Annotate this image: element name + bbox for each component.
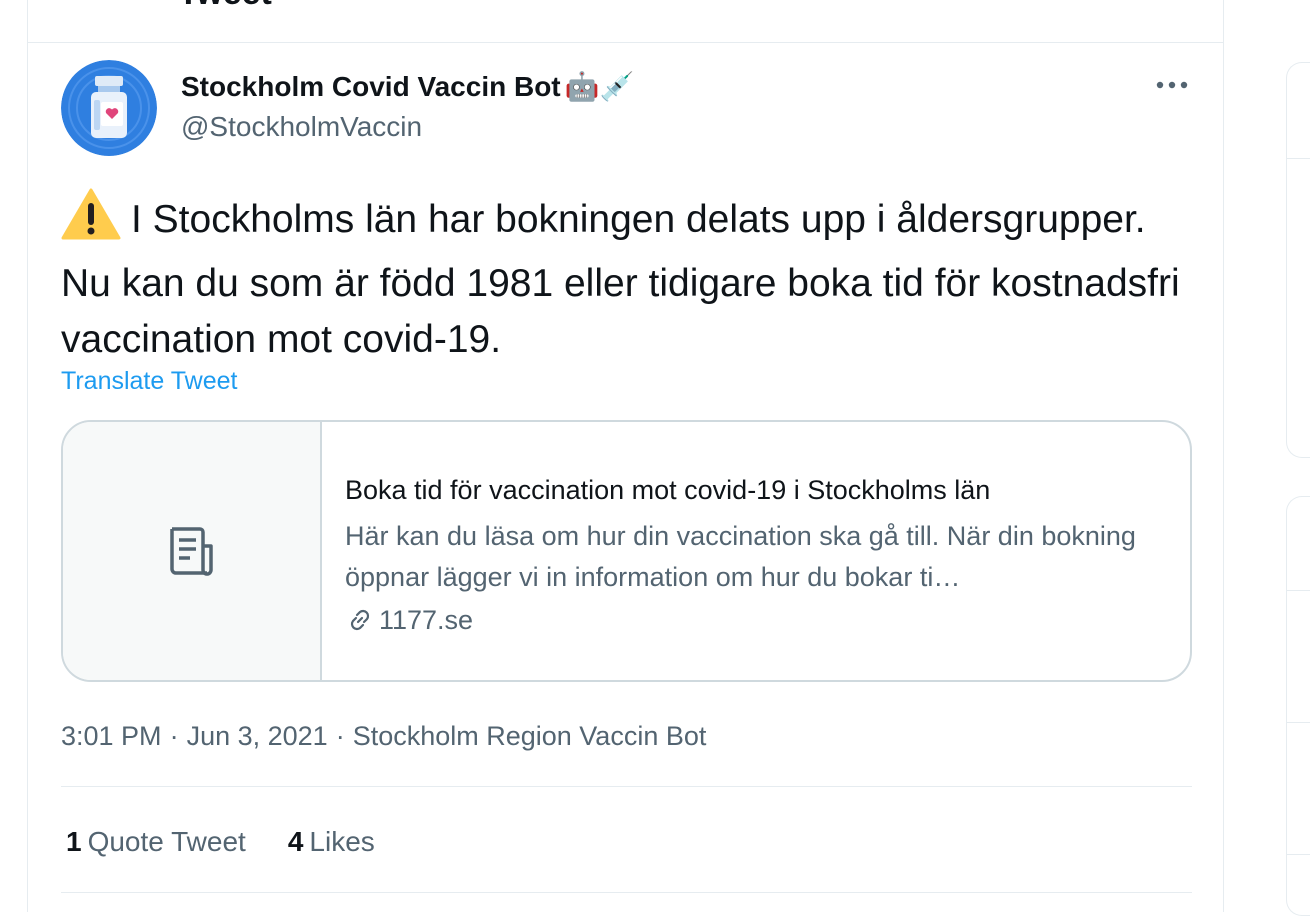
tweet-date[interactable]: Jun 3, 2021 bbox=[187, 721, 328, 751]
vaccine-bottle-icon bbox=[61, 60, 157, 156]
likes-label: Likes bbox=[309, 826, 375, 857]
divider bbox=[61, 892, 1192, 893]
main-column: ← Tweet Stockholm Covid Vaccin Bot🤖💉 @St… bbox=[27, 0, 1224, 912]
sidebar-panel bbox=[1286, 496, 1310, 916]
tweet-body: I Stockholms län har bokningen delats up… bbox=[61, 198, 1180, 361]
card-title: Boka tid för vaccination mot covid-19 i … bbox=[345, 475, 991, 505]
author-emojis: 🤖💉 bbox=[564, 71, 635, 102]
sidebar-divider bbox=[1286, 158, 1310, 159]
sidebar-divider bbox=[1286, 854, 1310, 855]
more-icon bbox=[1156, 81, 1188, 89]
author-name[interactable]: Stockholm Covid Vaccin Bot 🤖💉 bbox=[181, 70, 634, 104]
more-button[interactable] bbox=[1152, 70, 1192, 100]
card-body: Boka tid för vaccination mot covid-19 i … bbox=[322, 422, 1190, 680]
right-sidebar bbox=[1224, 0, 1310, 916]
card-thumbnail bbox=[63, 422, 322, 680]
back-arrow-icon[interactable]: ← bbox=[68, 0, 94, 4]
card-domain-text: 1177.se bbox=[379, 605, 474, 635]
likes-stat[interactable]: 4 Likes bbox=[288, 822, 375, 862]
author-name-text: Stockholm Covid Vaccin Bot bbox=[181, 71, 561, 102]
quote-tweets-stat[interactable]: 1 Quote Tweet bbox=[66, 822, 246, 862]
warning-icon bbox=[61, 188, 121, 256]
tweet-source[interactable]: Stockholm Region Vaccin Bot bbox=[353, 721, 707, 751]
tweet-meta: 3:01 PM · Jun 3, 2021 · Stockholm Region Vac… bbox=[61, 716, 706, 756]
article-icon bbox=[169, 527, 213, 576]
left-gutter bbox=[0, 0, 27, 912]
tweet-text: I Stockholms län har bokningen delats up… bbox=[61, 188, 1191, 368]
author-handle[interactable]: @StockholmVaccin bbox=[181, 110, 422, 144]
likes-count: 4 bbox=[287, 826, 304, 857]
quote-label: Quote Tweet bbox=[87, 826, 246, 857]
divider bbox=[61, 786, 1192, 787]
sidebar-panel bbox=[1286, 62, 1310, 458]
quote-count: 1 bbox=[66, 826, 82, 857]
tweet-time[interactable]: 3:01 PM bbox=[61, 721, 162, 751]
sidebar-divider bbox=[1286, 590, 1310, 591]
sidebar-divider bbox=[1286, 722, 1310, 723]
card-domain: 1177.se bbox=[345, 602, 473, 638]
meta-separator: · bbox=[169, 721, 179, 751]
link-card[interactable]: Boka tid för vaccination mot covid-19 i … bbox=[61, 420, 1192, 682]
header-title: Tweet bbox=[178, 0, 272, 10]
meta-separator: · bbox=[335, 721, 345, 751]
avatar[interactable] bbox=[61, 60, 157, 156]
translate-tweet-link[interactable]: Translate Tweet bbox=[61, 364, 237, 398]
header-bar: ← Tweet bbox=[28, 0, 1223, 43]
card-description: Här kan du läsa om hur din vaccination s… bbox=[345, 521, 1136, 592]
tweet-stats: 1 Quote Tweet 4 Likes bbox=[66, 822, 375, 862]
link-icon bbox=[350, 609, 370, 631]
